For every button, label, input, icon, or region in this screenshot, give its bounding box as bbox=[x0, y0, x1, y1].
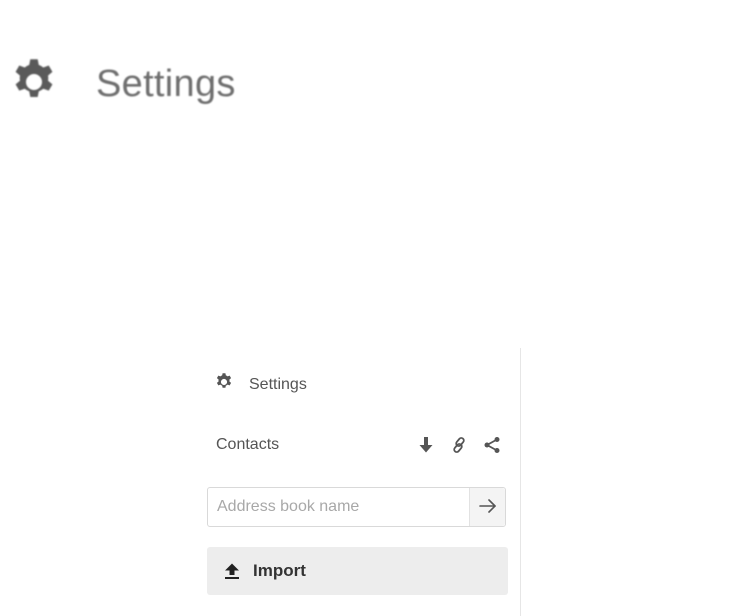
settings-panel: Settings Contacts Address book name Impo… bbox=[196, 348, 521, 616]
contacts-label: Contacts bbox=[216, 436, 280, 453]
import-button[interactable]: Import bbox=[207, 547, 508, 595]
link-icon[interactable] bbox=[449, 435, 469, 455]
gear-icon bbox=[214, 372, 234, 397]
settings-link[interactable]: Settings bbox=[214, 372, 307, 397]
upload-icon bbox=[223, 562, 241, 580]
page-header: Settings bbox=[8, 52, 236, 116]
share-icon[interactable] bbox=[482, 435, 502, 455]
address-book-submit-button[interactable] bbox=[469, 488, 505, 526]
contacts-row: Contacts bbox=[216, 435, 502, 455]
arrow-right-icon bbox=[478, 498, 498, 517]
gear-icon bbox=[8, 56, 60, 113]
import-label: Import bbox=[253, 561, 306, 580]
download-icon[interactable] bbox=[416, 435, 436, 455]
address-book-form bbox=[207, 487, 506, 527]
settings-label: Settings bbox=[249, 375, 307, 393]
page-title: Settings bbox=[96, 62, 236, 105]
contacts-actions bbox=[403, 435, 502, 455]
address-book-name-input[interactable] bbox=[208, 488, 469, 526]
